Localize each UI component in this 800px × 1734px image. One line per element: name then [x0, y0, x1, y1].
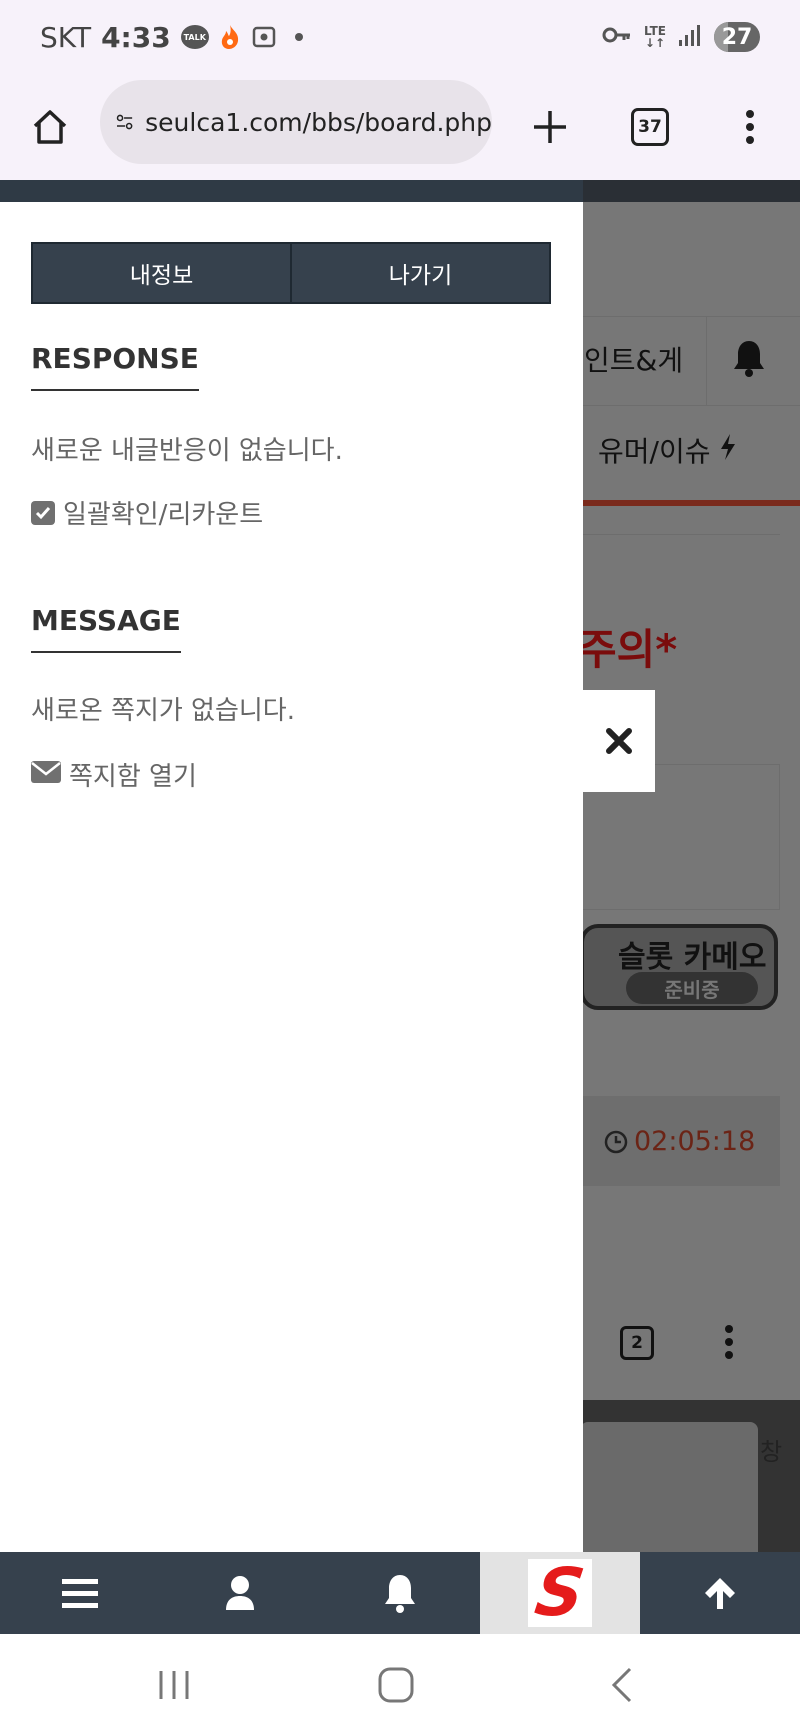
lightning-icon [721, 434, 736, 460]
close-icon [606, 728, 632, 754]
back-button[interactable] [592, 1660, 652, 1710]
bg-card [580, 1422, 758, 1552]
flame-icon [219, 24, 241, 50]
bg-timer: 02:05:18 [604, 1126, 755, 1157]
bg-warning-text: 주의* [578, 625, 678, 674]
bottom-nav: S [0, 1552, 800, 1634]
bg-tab-count: 2 [620, 1326, 654, 1360]
kakaotalk-icon: TALK [180, 25, 209, 49]
scroll-top-button[interactable] [640, 1552, 800, 1634]
new-tab-button[interactable] [500, 74, 600, 180]
status-bar: SKT 4:33 TALK LTE ↓↑ 27 [0, 0, 800, 74]
my-info-button[interactable]: 내정보 [33, 244, 290, 302]
logout-button[interactable]: 나가기 [290, 244, 549, 302]
bell-icon [385, 1575, 415, 1613]
plus-icon [534, 111, 566, 143]
site-logo: S [528, 1554, 592, 1631]
recount-link[interactable]: 일괄확인/리카운트 [31, 494, 263, 531]
clock-icon [604, 1130, 628, 1153]
bg-banner: 슬롯 카메오 준비중 [580, 924, 778, 1010]
screenshot-icon [251, 24, 277, 50]
signal-icon [678, 23, 702, 51]
notification-button[interactable] [320, 1552, 480, 1634]
url-text: seulca1.com/bbs/board.php [145, 107, 492, 137]
bg-nav-item: 인트&게 [584, 344, 684, 377]
dot-icon [294, 33, 303, 41]
close-drawer-button[interactable] [583, 690, 655, 792]
carrier-label: SKT [40, 20, 92, 54]
bg-nav-item-humor: 유머/이슈 [598, 430, 737, 470]
key-icon [602, 25, 632, 49]
browser-toolbar: seulca1.com/bbs/board.php 37 [0, 74, 800, 180]
clock: 4:33 [101, 20, 171, 54]
system-nav-bar [0, 1634, 800, 1734]
response-empty-text: 새로운 내글반응이 없습니다. [31, 436, 343, 466]
home-button[interactable] [0, 74, 100, 180]
more-vert-icon [746, 110, 754, 144]
address-bar[interactable]: seulca1.com/bbs/board.php [100, 80, 492, 164]
bell-icon [732, 339, 766, 381]
recent-apps-button[interactable] [144, 1660, 204, 1710]
site-logo-button[interactable]: S [480, 1552, 640, 1634]
message-title: MESSAGE [31, 604, 181, 653]
browser-menu-button[interactable] [700, 74, 800, 180]
battery-icon: 27 [714, 22, 760, 52]
user-button[interactable] [160, 1552, 320, 1634]
home-nav-button[interactable] [366, 1660, 426, 1710]
home-icon [33, 110, 67, 144]
envelope-icon [31, 760, 61, 790]
arrow-up-icon [705, 1578, 735, 1609]
more-vert-icon [724, 1324, 734, 1364]
recent-apps-icon [159, 1671, 189, 1699]
menu-button[interactable] [0, 1552, 160, 1634]
checkbox-icon [31, 500, 55, 525]
bg-nav-row: 인트&게 [580, 316, 800, 406]
home-circle-icon [378, 1667, 414, 1703]
open-inbox-link[interactable]: 쪽지함 열기 [31, 756, 197, 793]
message-empty-text: 새로온 쪽지가 없습니다. [31, 696, 295, 726]
tab-count: 37 [631, 108, 669, 146]
site-settings-icon[interactable] [116, 107, 133, 137]
response-title: RESPONSE [31, 342, 199, 391]
menu-icon [62, 1579, 98, 1608]
back-icon [611, 1667, 632, 1703]
user-icon [226, 1576, 254, 1610]
side-drawer: 내정보 나가기 RESPONSE 새로운 내글반응이 없습니다. 일괄확인/리카… [0, 180, 583, 1552]
tab-switcher-button[interactable]: 37 [600, 74, 700, 180]
lte-icon: LTE ↓↑ [643, 24, 666, 50]
drawer-button-row: 내정보 나가기 [31, 242, 551, 304]
